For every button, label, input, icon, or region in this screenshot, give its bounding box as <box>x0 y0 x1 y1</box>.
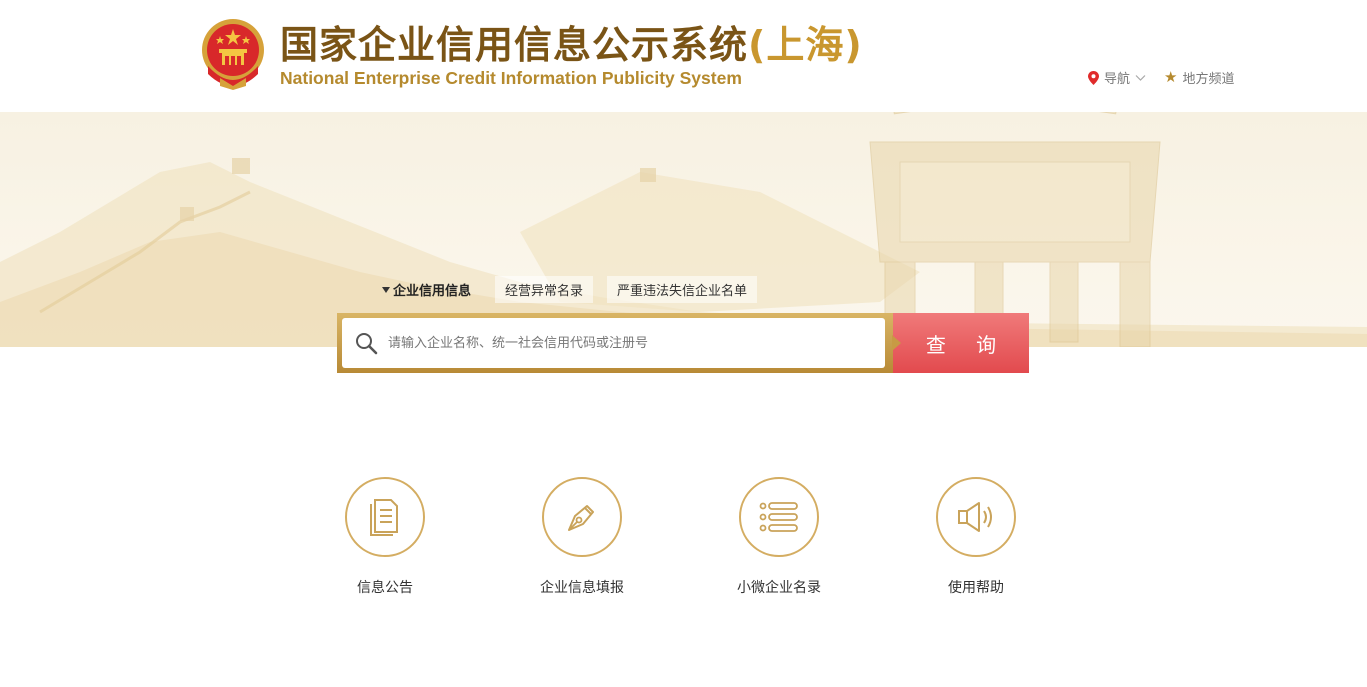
search-input[interactable] <box>378 318 885 368</box>
feature-circle <box>345 477 425 557</box>
banner-background <box>0 112 1367 347</box>
feature-circle <box>936 477 1016 557</box>
feature-label: 小微企业名录 <box>737 580 821 596</box>
site-title: 国家企业信用信息公示系统(上海) <box>280 23 863 67</box>
tab-enterprise-credit-info[interactable]: 企业信用信息 <box>378 276 481 303</box>
feature-info-announcement[interactable]: 信息公告 <box>305 477 465 597</box>
feature-label: 企业信息填报 <box>540 580 624 596</box>
top-navigation: 导航 ★ 地方频道 <box>1088 68 1234 87</box>
local-channel-label: 地方频道 <box>1182 72 1235 87</box>
search-bar <box>337 313 893 373</box>
tab-serious-violation-list[interactable]: 严重违法失信企业名单 <box>607 276 758 303</box>
star-icon: ★ <box>1164 68 1178 86</box>
search-icon <box>356 333 378 355</box>
local-channel-link[interactable]: ★ 地方频道 <box>1164 68 1235 88</box>
search-box <box>342 318 885 368</box>
navigation-menu[interactable]: 导航 <box>1088 68 1146 87</box>
feature-label: 信息公告 <box>357 580 413 596</box>
feature-small-micro-enterprise-list[interactable]: 小微企业名录 <box>699 477 859 597</box>
site-header: 国家企业信用信息公示系统(上海) National Enterprise Cre… <box>0 0 1367 112</box>
navigation-label: 导航 <box>1104 72 1131 87</box>
chevron-down-icon <box>1135 74 1146 81</box>
search-button[interactable]: 查 询 <box>892 313 1029 373</box>
feature-label: 使用帮助 <box>948 580 1004 596</box>
feature-circle <box>542 477 622 557</box>
feature-circle <box>739 477 819 557</box>
feature-enterprise-info-filing[interactable]: 企业信息填报 <box>502 477 662 597</box>
tab-abnormal-operations-list[interactable]: 经营异常名录 <box>495 276 594 303</box>
location-pin-icon <box>1088 70 1099 85</box>
feature-usage-help[interactable]: 使用帮助 <box>896 477 1056 597</box>
speaker-icon <box>958 502 992 532</box>
document-icon <box>370 499 398 536</box>
great-wall-landscape-image <box>0 112 1367 347</box>
list-icon <box>759 502 798 532</box>
search-tabs: 企业信用信息 经营异常名录 严重违法失信企业名单 <box>378 276 758 303</box>
site-title-english: National Enterprise Credit Information P… <box>280 68 742 88</box>
national-emblem-icon <box>202 19 264 90</box>
pen-icon <box>568 505 594 531</box>
site-title-region: (上海) <box>748 23 863 67</box>
